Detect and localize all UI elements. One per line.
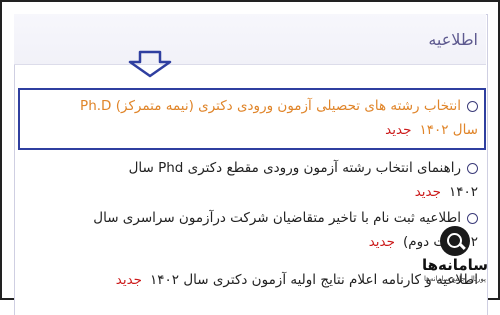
news-item-late-registration[interactable]: اطلاعیه ثبت نام با تاخیر متقاضیان شرکت د… xyxy=(48,206,478,254)
news-title-line2[interactable]: سال ۱۴۰۲ xyxy=(419,122,478,138)
panel-header xyxy=(14,14,486,65)
news-item-phd-selection[interactable]: انتخاب رشته های تحصیلی آزمون ورودی دکتری… xyxy=(18,94,478,142)
news-item-phd-guide[interactable]: راهنمای انتخاب رشته آزمون ورودی مقطع دکت… xyxy=(48,156,478,204)
new-badge: جدید xyxy=(115,272,143,288)
new-badge: جدید xyxy=(368,234,395,250)
news-title-line1[interactable]: اطلاعیه ثبت نام با تاخیر متقاضیان شرکت د… xyxy=(93,210,461,226)
news-title-line2[interactable]: ۱۴۰۲ xyxy=(449,184,478,200)
circle-bullet-icon xyxy=(467,100,478,112)
panel-title: اطلاعیه xyxy=(428,30,478,49)
circle-bullet-icon xyxy=(467,162,478,174)
magnifier-icon xyxy=(440,226,470,256)
news-title-line1[interactable]: راهنمای انتخاب رشته آزمون ورودی مقطع دکت… xyxy=(129,160,461,176)
news-item-phd-results[interactable]: اطلاعیه و کارنامه اعلام نتایج اولیه آزمو… xyxy=(8,268,478,292)
watermark-logo: سامانه‌ها پورتال جامع سامانه‌ها xyxy=(418,226,492,296)
news-title-line1[interactable]: انتخاب رشته های تحصیلی آزمون ورودی دکتری… xyxy=(80,98,461,114)
watermark-title: سامانه‌ها xyxy=(421,256,489,274)
down-arrow-icon xyxy=(128,50,172,78)
new-badge: جدید xyxy=(414,184,441,200)
circle-bullet-icon xyxy=(467,212,478,224)
watermark-subtitle: پورتال جامع سامانه‌ها xyxy=(424,275,486,283)
new-badge: جدید xyxy=(385,122,412,138)
